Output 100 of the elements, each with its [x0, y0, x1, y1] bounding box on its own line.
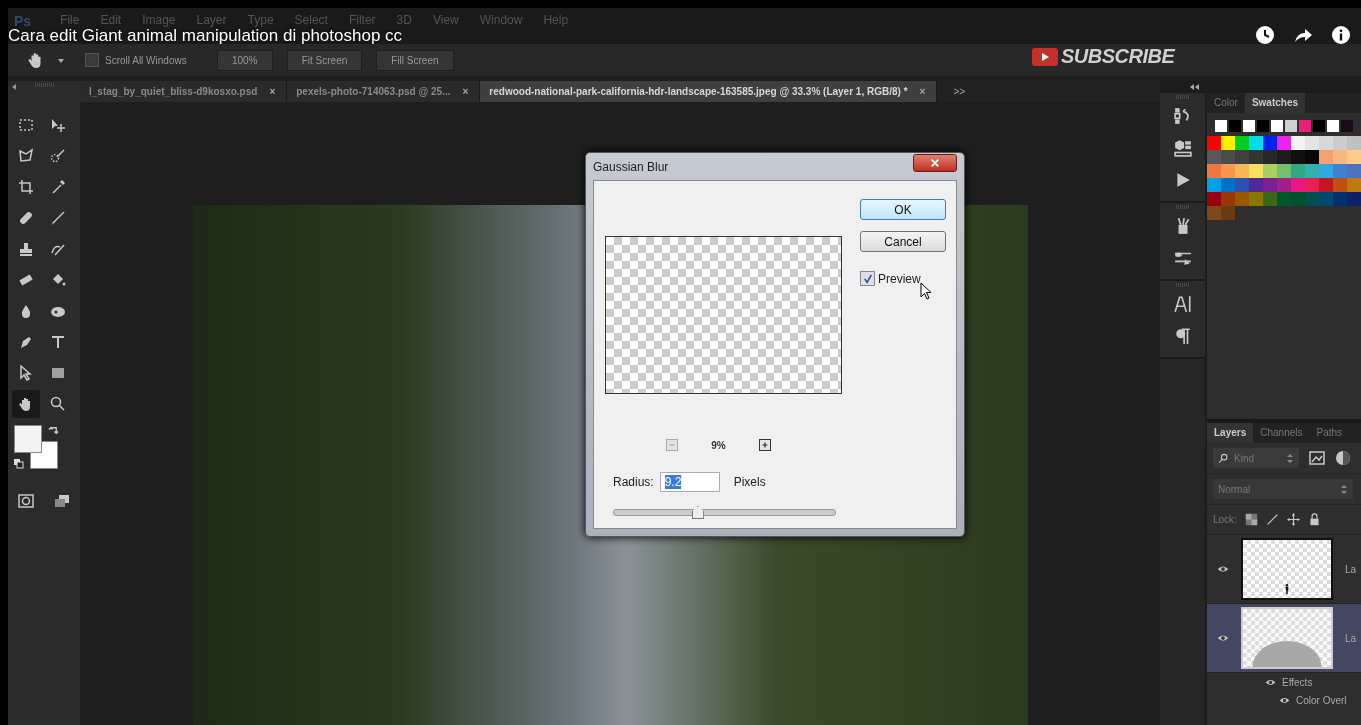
panel-button[interactable]	[1173, 139, 1192, 157]
zoom-in-button[interactable]	[758, 439, 771, 451]
color-swatch[interactable]	[1221, 206, 1235, 220]
color-swatch[interactable]	[1249, 164, 1263, 178]
color-swatch[interactable]	[1347, 178, 1361, 192]
option-button[interactable]: 100%	[216, 49, 273, 71]
color-swatch[interactable]	[1235, 192, 1249, 206]
color-swatch[interactable]	[1319, 178, 1333, 192]
color-swatch[interactable]	[1235, 150, 1249, 164]
color-swatch[interactable]	[1277, 136, 1291, 150]
filter-dropdown[interactable]: Kind	[1213, 448, 1299, 468]
color-swatch[interactable]	[1305, 136, 1319, 150]
color-swatch[interactable]	[1257, 120, 1269, 132]
panel-button[interactable]	[1173, 249, 1192, 267]
visibility-toggle[interactable]	[1217, 632, 1229, 644]
slider-thumb[interactable]	[691, 506, 704, 519]
color-swatch[interactable]	[1333, 150, 1347, 164]
lock-button[interactable]	[1307, 513, 1321, 526]
color-swatch[interactable]	[1263, 178, 1277, 192]
menu-item[interactable]: Edit	[100, 13, 122, 27]
menu-item[interactable]: Image	[142, 13, 176, 27]
color-swatch[interactable]	[1305, 192, 1319, 206]
color-swatch[interactable]	[1249, 178, 1263, 192]
color-swatch[interactable]	[1277, 192, 1291, 206]
cancel-button[interactable]: Cancel	[860, 231, 946, 252]
color-swatch[interactable]	[1249, 192, 1263, 206]
color-swatch[interactable]	[1263, 192, 1277, 206]
panel-button[interactable]	[1173, 327, 1192, 345]
color-swatch[interactable]	[1305, 150, 1319, 164]
color-swatch[interactable]	[1221, 192, 1235, 206]
video-control-button[interactable]	[1255, 25, 1275, 45]
menu-item[interactable]: Select	[294, 13, 328, 27]
color-swatch[interactable]	[1249, 150, 1263, 164]
layer-row[interactable]: La	[1207, 535, 1361, 604]
blend-mode-dropdown[interactable]: Normal	[1213, 479, 1353, 499]
panel-button[interactable]	[1173, 295, 1192, 313]
document-tab[interactable]: redwood-national-park-california-hdr-landscape-163585.jpeg @ 33.3% (Layer 1, RGB/8) * ×	[480, 81, 938, 102]
color-swatch[interactable]	[1319, 164, 1333, 178]
lock-button[interactable]	[1286, 513, 1300, 526]
color-swatch[interactable]	[1235, 178, 1249, 192]
color-swatch[interactable]	[1347, 192, 1361, 206]
color-swatch[interactable]	[1215, 120, 1227, 132]
menu-item[interactable]: Layer	[196, 13, 227, 27]
color-swatch[interactable]	[1299, 120, 1311, 132]
close-button[interactable]	[913, 153, 957, 172]
document-tab[interactable]: pexels-photo-714063.psd @ 25... ×	[287, 81, 481, 102]
panel-tab[interactable]: Color	[1207, 93, 1245, 113]
menu-item[interactable]: File	[60, 13, 80, 27]
menu-item[interactable]: Filter	[348, 13, 376, 27]
color-swatch[interactable]	[1277, 178, 1291, 192]
color-swatch[interactable]	[1319, 136, 1333, 150]
color-swatch[interactable]	[1263, 164, 1277, 178]
panel-tab[interactable]: Channels	[1253, 423, 1310, 443]
ok-button[interactable]: OK	[860, 199, 946, 220]
tabs-overflow-button[interactable]: >>	[953, 86, 966, 97]
color-swatch[interactable]	[1277, 150, 1291, 164]
radius-field[interactable]: 9.2	[659, 472, 720, 492]
color-swatch[interactable]	[1313, 120, 1325, 132]
menu-item[interactable]: Window	[479, 13, 523, 27]
color-swatch[interactable]	[1249, 136, 1263, 150]
color-swatch[interactable]	[1243, 120, 1255, 132]
color-swatch[interactable]	[1291, 178, 1305, 192]
color-swatch[interactable]	[1347, 136, 1361, 150]
menu-item[interactable]: Type	[247, 13, 274, 27]
checkbox[interactable]	[85, 53, 99, 67]
panel-button[interactable]	[1173, 107, 1192, 125]
color-swatch[interactable]	[1327, 120, 1339, 132]
color-swatch[interactable]	[1333, 164, 1347, 178]
color-swatch[interactable]	[1221, 150, 1235, 164]
color-swatch[interactable]	[1291, 150, 1305, 164]
color-swatch[interactable]	[1319, 150, 1333, 164]
color-swatch[interactable]	[1235, 136, 1249, 150]
color-swatch[interactable]	[1291, 136, 1305, 150]
color-swatch[interactable]	[1277, 164, 1291, 178]
menu-item[interactable]: 3D	[396, 13, 412, 27]
color-swatch[interactable]	[1229, 120, 1241, 132]
color-swatch[interactable]	[1305, 178, 1319, 192]
color-swatch[interactable]	[1333, 192, 1347, 206]
color-swatch[interactable]	[1291, 164, 1305, 178]
color-swatch[interactable]	[1221, 178, 1235, 192]
color-swatch[interactable]	[1263, 150, 1277, 164]
color-swatch[interactable]	[1341, 120, 1353, 132]
video-control-button[interactable]	[1331, 25, 1351, 45]
panel-tab[interactable]: Swatches	[1244, 93, 1306, 113]
color-swatch[interactable]	[1333, 178, 1347, 192]
color-swatch[interactable]	[1207, 206, 1221, 220]
color-swatch[interactable]	[1235, 164, 1249, 178]
close-tab-button[interactable]: ×	[462, 86, 469, 97]
color-swatch[interactable]	[1291, 192, 1305, 206]
color-swatch[interactable]	[1347, 164, 1361, 178]
option-button[interactable]: Fit Screen	[286, 49, 363, 71]
tool-button[interactable]	[12, 390, 40, 418]
menu-item[interactable]: View	[432, 13, 459, 27]
zoom-out-button[interactable]	[666, 439, 679, 451]
color-swatch[interactable]	[1207, 136, 1221, 150]
close-tab-button[interactable]: ×	[919, 86, 926, 97]
close-tab-button[interactable]: ×	[269, 86, 276, 97]
color-swatch[interactable]	[1207, 178, 1221, 192]
menu-item[interactable]: Help	[543, 13, 569, 27]
subscribe-button[interactable]: SUBSCRIBE	[1032, 45, 1175, 68]
